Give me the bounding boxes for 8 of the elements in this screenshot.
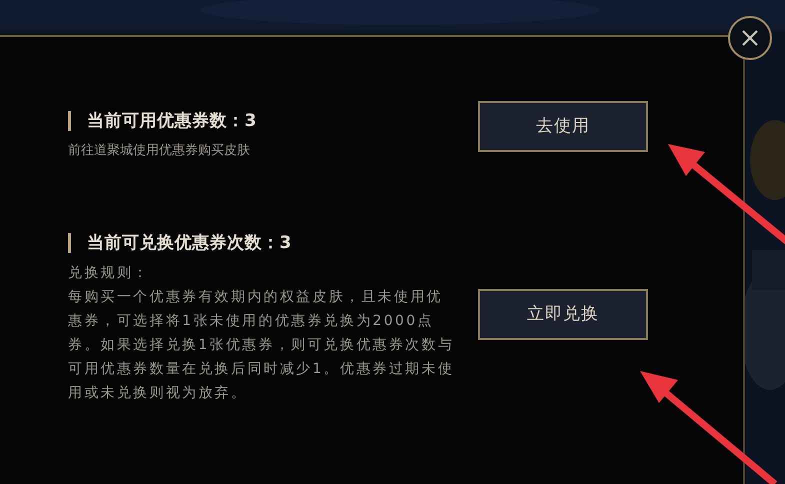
action-button[interactable]: 去使用	[478, 101, 648, 152]
section-heading: 当前可兑换优惠券次数：3	[68, 233, 468, 253]
description-text: 前往道聚城使用优惠券购买皮肤	[68, 143, 251, 159]
section-heading: 当前可用优惠券数：3	[68, 111, 468, 131]
action-button[interactable]: 立即兑换	[478, 289, 648, 340]
rules-text: 每购买一个优惠券有效期内的权益皮肤，且未使用优惠券，可选择将1张未使用的优惠券兑换为2000点券。如果选择兑换1张优惠券，则可兑换优惠券次数与可用优惠券数量在兑换后同时减少1。优惠券过期未使用或未兑换则视为放弃。	[68, 288, 456, 403]
close-icon	[741, 29, 759, 47]
rules-label: 兑换规则：	[68, 264, 150, 283]
